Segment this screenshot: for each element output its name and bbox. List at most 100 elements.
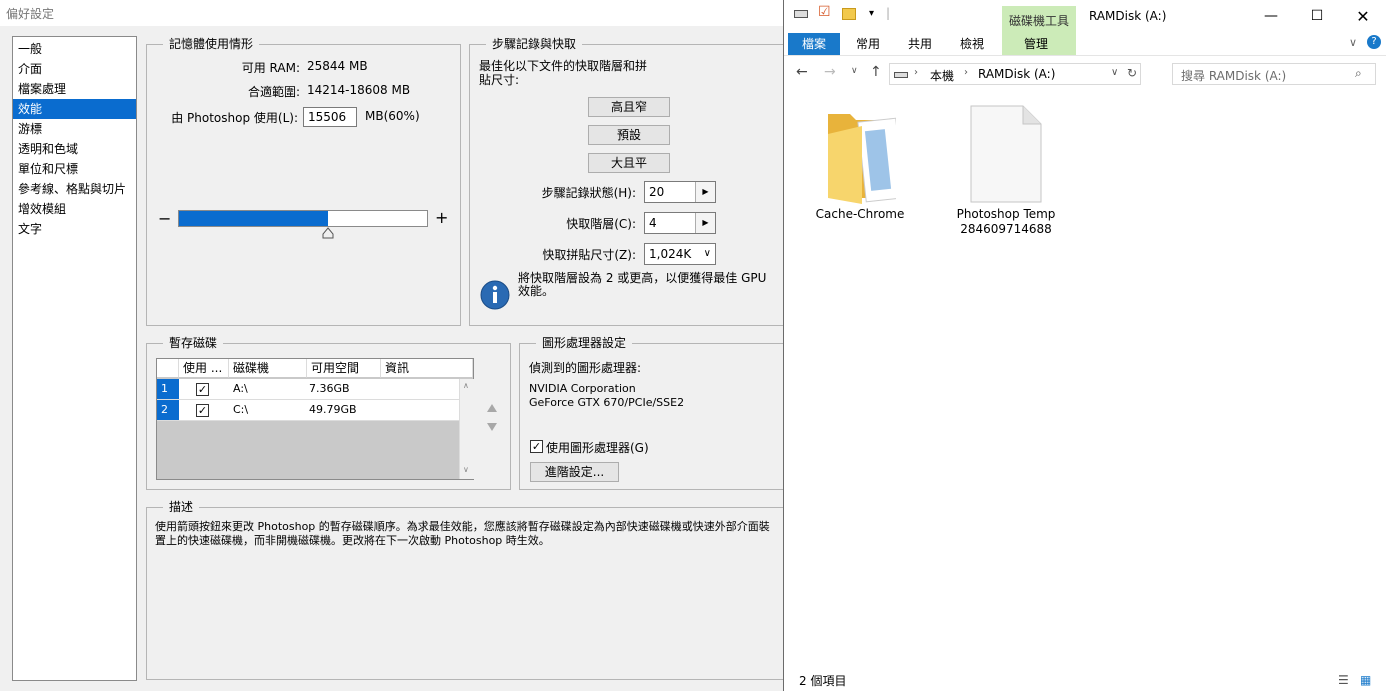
nav-item-units-rulers[interactable]: 單位和尺標 xyxy=(13,159,136,179)
info-icon xyxy=(480,280,510,310)
up-arrow-icon[interactable]: ↑ xyxy=(870,64,882,80)
move-down-arrow-icon[interactable] xyxy=(486,422,498,432)
use-checkbox[interactable]: ✓ xyxy=(196,404,209,417)
back-arrow-icon[interactable]: ← xyxy=(796,64,808,80)
tab-view[interactable]: 檢視 xyxy=(952,33,992,55)
breadcrumb-ramdisk[interactable]: RAMDisk (A:) xyxy=(978,67,1055,81)
status-bar-item-count: 2 個項目 xyxy=(799,674,847,688)
optimize-text: 最佳化以下文件的快取階層和拼貼尺寸: xyxy=(479,59,648,87)
address-dropdown-icon[interactable]: ∨ xyxy=(1111,67,1118,78)
tab-share[interactable]: 共用 xyxy=(900,33,940,55)
drive-icon xyxy=(794,10,808,18)
new-folder-icon[interactable] xyxy=(842,8,856,20)
row-number: 2 xyxy=(157,400,179,420)
preferences-nav-list[interactable]: 一般 介面 檔案處理 效能 游標 透明和色域 單位和尺標 參考線、格點與切片 增… xyxy=(12,36,137,681)
folder-item[interactable]: Cache-Chrome xyxy=(806,104,914,222)
search-placeholder: 搜尋 RAMDisk (A:) xyxy=(1181,69,1287,83)
dialog-title: 偏好設定 xyxy=(6,7,55,21)
window-title: RAMDisk (A:) xyxy=(1089,9,1167,23)
drive-tools-label: 磁碟機工具 xyxy=(1009,14,1070,28)
advanced-settings-button[interactable]: 進階設定... xyxy=(530,462,619,482)
scratch-disks-table: 使用 ... 磁碟機 可用空間 資訊 1 ✓ A:\ 7.36GB 2 ✓ C:… xyxy=(156,358,474,480)
cache-info-text: 將快取階層設為 2 或更高，以便獲得最佳 GPU 效能。 xyxy=(518,271,767,298)
table-header-index xyxy=(157,359,179,378)
tab-file[interactable]: 檔案 xyxy=(788,33,840,55)
details-view-icon[interactable]: ☰ xyxy=(1338,673,1349,687)
table-row[interactable]: 2 ✓ C:\ 49.79GB xyxy=(157,400,459,421)
quick-access-toolbar: ☑ ▾ | — ☐ ✕ xyxy=(784,0,1386,33)
table-header-info[interactable]: 資訊 xyxy=(381,359,473,378)
use-gpu-checkbox[interactable]: ✓ xyxy=(530,440,543,453)
nav-item-transparency[interactable]: 透明和色域 xyxy=(13,139,136,159)
nav-item-interface[interactable]: 介面 xyxy=(13,59,136,79)
tab-home[interactable]: 常用 xyxy=(848,33,888,55)
memory-slider-fill xyxy=(179,211,328,226)
default-button[interactable]: 預設 xyxy=(588,125,670,145)
history-states-label: 步驟記錄狀態(H): xyxy=(541,186,636,200)
nav-item-performance[interactable]: 效能 xyxy=(13,99,136,119)
table-header-free-space[interactable]: 可用空間 xyxy=(307,359,381,378)
drive-cell: C:\ xyxy=(233,403,249,416)
nav-item-file-handling[interactable]: 檔案處理 xyxy=(13,79,136,99)
description-text: 使用箭頭按鈕來更改 Photoshop 的暫存磁碟順序。為求最佳效能，您應該將暫… xyxy=(155,520,770,547)
cache-tile-size-select[interactable]: 1,024K ∨ xyxy=(644,243,716,265)
ribbon-tabs: 檔案 常用 共用 檢視 管理 ∨ ? xyxy=(784,33,1386,55)
scroll-up-icon[interactable]: ∧ xyxy=(463,381,469,390)
file-name: Photoshop Temp284609714688 xyxy=(956,207,1056,236)
preferences-dialog: 偏好設定 一般 介面 檔案處理 效能 游標 透明和色域 單位和尺標 參考線、格點… xyxy=(0,0,783,691)
folder-name: Cache-Chrome xyxy=(815,207,905,221)
memory-slider-thumb[interactable] xyxy=(322,227,334,239)
refresh-icon[interactable]: ↻ xyxy=(1127,66,1137,80)
slider-decrease-button[interactable]: − xyxy=(158,209,171,228)
gpu-detected-label: 偵測到的圖形處理器: xyxy=(529,361,642,375)
history-states-value: 20 xyxy=(649,185,665,199)
expand-ribbon-icon[interactable]: ∨ xyxy=(1349,36,1357,49)
table-header-use[interactable]: 使用 ... xyxy=(179,359,229,378)
nav-item-cursors[interactable]: 游標 xyxy=(13,119,136,139)
chevron-down-icon: ∨ xyxy=(703,248,711,259)
move-up-arrow-icon[interactable] xyxy=(486,403,498,413)
slider-increase-button[interactable]: + xyxy=(435,208,448,227)
customize-toolbar-icon[interactable]: ▾ xyxy=(869,8,874,19)
maximize-button[interactable]: ☐ xyxy=(1294,0,1340,33)
history-states-stepper[interactable]: 20 ▶ xyxy=(644,181,716,203)
help-icon[interactable]: ? xyxy=(1367,35,1381,49)
cache-tile-size-value: 1,024K xyxy=(649,247,692,261)
close-button[interactable]: ✕ xyxy=(1340,0,1386,33)
scroll-down-icon[interactable]: ∨ xyxy=(463,465,469,474)
cache-levels-value: 4 xyxy=(649,216,657,230)
memory-slider[interactable] xyxy=(178,210,428,227)
photoshop-use-input[interactable]: 15506 xyxy=(303,107,357,127)
forward-arrow-icon[interactable]: → xyxy=(824,64,836,80)
big-flat-button[interactable]: 大且平 xyxy=(588,153,670,173)
table-scrollbar[interactable]: ∧ ∨ xyxy=(459,379,474,479)
tab-manage[interactable]: 管理 xyxy=(1016,33,1056,55)
table-row[interactable]: 1 ✓ A:\ 7.36GB xyxy=(157,379,459,400)
memory-usage-title: 記憶體使用情形 xyxy=(163,37,260,51)
nav-item-plugins[interactable]: 增效模組 xyxy=(13,199,136,219)
nav-item-general[interactable]: 一般 xyxy=(13,39,136,59)
minimize-button[interactable]: — xyxy=(1248,0,1294,33)
address-bar[interactable]: › 本機 › RAMDisk (A:) ∨ ↻ xyxy=(889,63,1141,85)
large-icons-view-icon[interactable]: ▦ xyxy=(1360,673,1371,687)
recent-locations-icon[interactable]: ∨ xyxy=(851,66,858,76)
toolbar-separator: | xyxy=(886,6,891,20)
breadcrumb-this-pc[interactable]: 本機 xyxy=(930,67,954,84)
search-icon: ⌕ xyxy=(1355,66,1362,80)
table-header-drive[interactable]: 磁碟機 xyxy=(229,359,307,378)
use-checkbox[interactable]: ✓ xyxy=(196,383,209,396)
properties-icon[interactable]: ☑ xyxy=(818,4,831,20)
search-input[interactable]: 搜尋 RAMDisk (A:) ⌕ xyxy=(1172,63,1376,85)
caret-right-icon[interactable]: ▶ xyxy=(695,213,715,233)
nav-item-type[interactable]: 文字 xyxy=(13,219,136,239)
file-item[interactable]: Photoshop Temp284609714688 xyxy=(954,104,1058,237)
nav-item-guides-grid[interactable]: 參考線、格點與切片 xyxy=(13,179,136,199)
free-space-cell: 49.79GB xyxy=(309,403,357,416)
free-space-cell: 7.36GB xyxy=(309,382,350,395)
drive-icon xyxy=(894,72,908,78)
tall-thin-button[interactable]: 高且窄 xyxy=(588,97,670,117)
cache-levels-stepper[interactable]: 4 ▶ xyxy=(644,212,716,234)
ribbon-divider xyxy=(784,55,1386,56)
caret-right-icon[interactable]: ▶ xyxy=(695,182,715,202)
available-ram-value: 25844 MB xyxy=(307,59,368,73)
